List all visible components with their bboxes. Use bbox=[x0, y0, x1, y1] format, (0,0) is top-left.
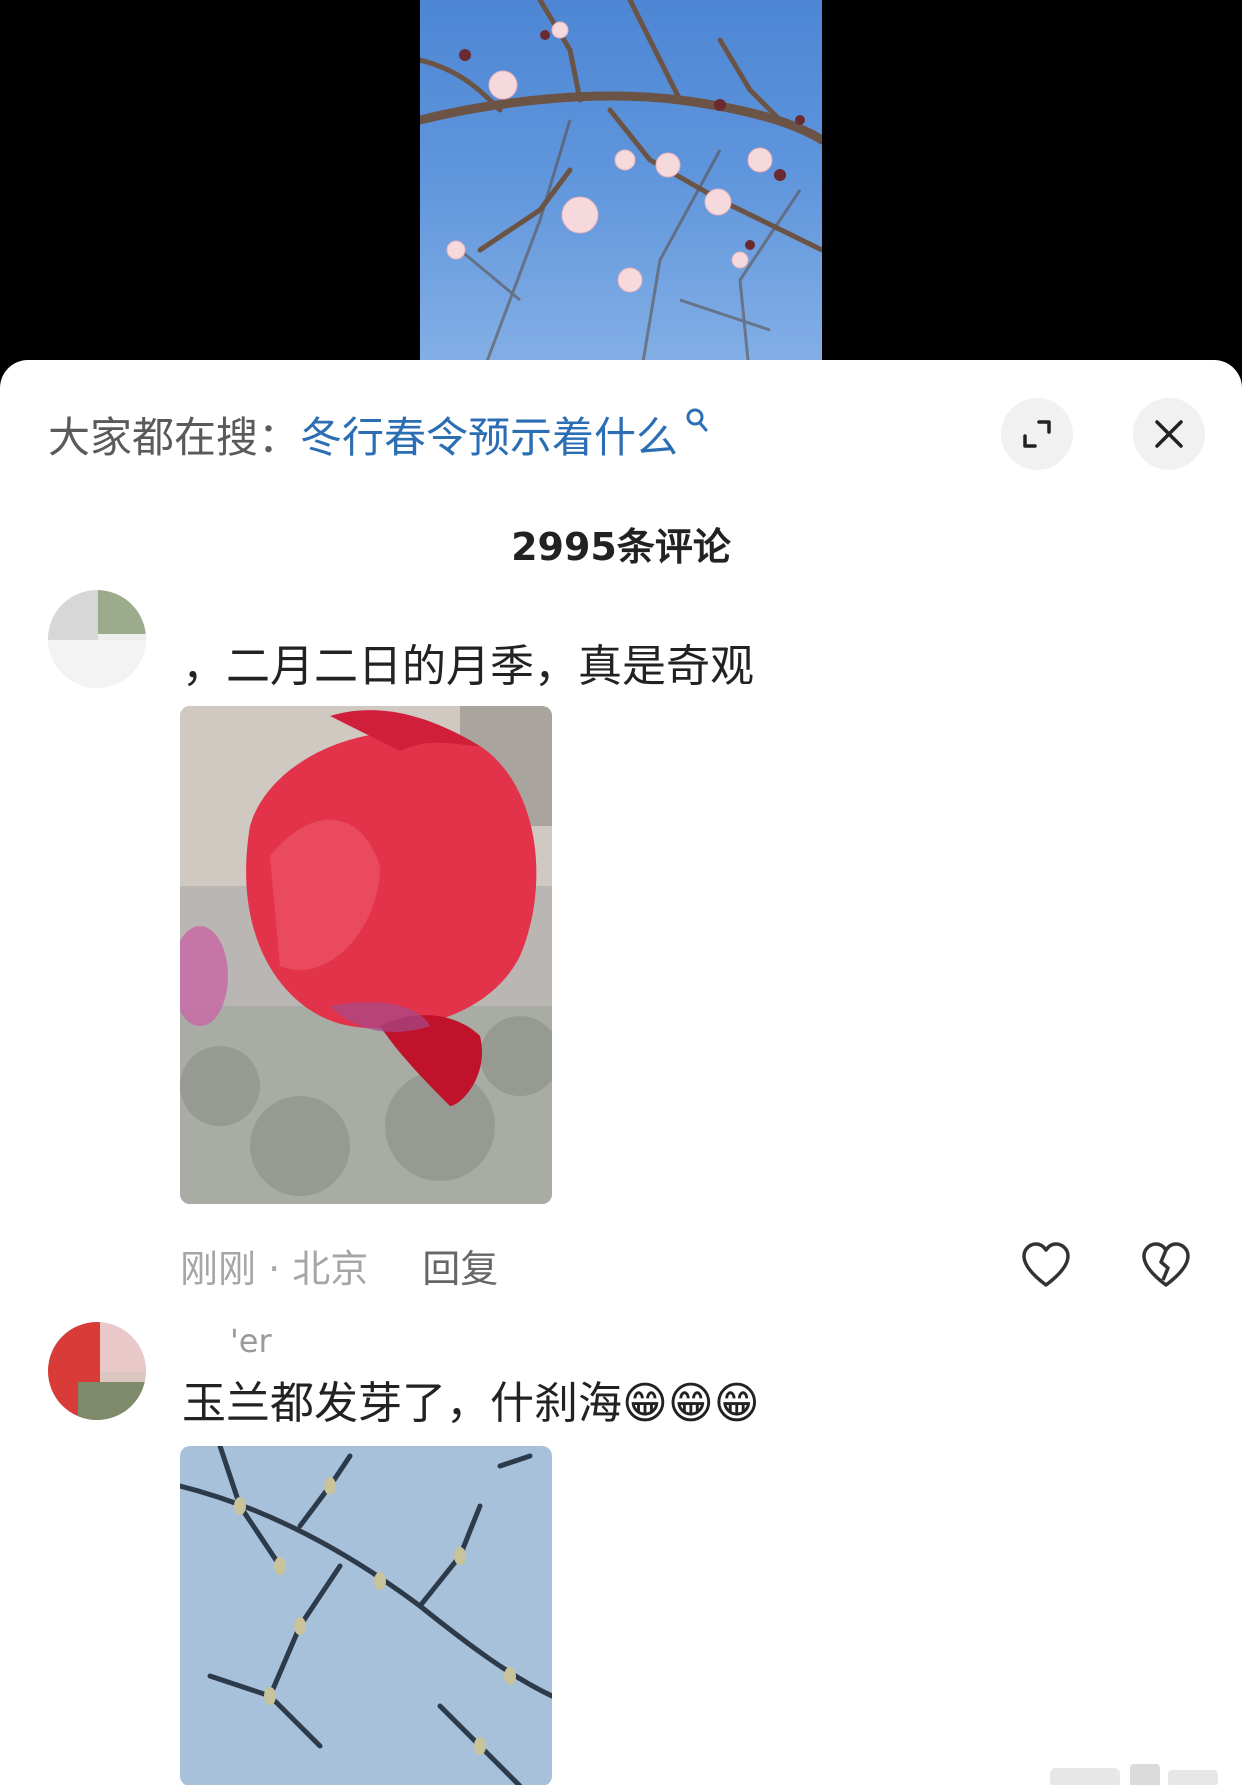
plum-blossom-image bbox=[420, 0, 822, 380]
comment-meta: 刚刚 · 北京 回复 bbox=[180, 1238, 498, 1293]
heart-icon[interactable] bbox=[1020, 1240, 1072, 1292]
trending-search-label: 大家都在搜： bbox=[48, 412, 301, 462]
broken-heart-icon[interactable] bbox=[1140, 1240, 1192, 1292]
video-player-area[interactable] bbox=[0, 0, 1242, 380]
search-icon[interactable] bbox=[684, 406, 710, 441]
reply-button[interactable]: 回复 bbox=[422, 1238, 498, 1293]
expand-icon bbox=[1023, 420, 1051, 448]
close-button[interactable] bbox=[1133, 398, 1205, 470]
watermark-logo bbox=[1050, 1758, 1220, 1785]
video-frame-blossom bbox=[420, 0, 822, 380]
comment-username[interactable]: 'er bbox=[230, 1322, 272, 1360]
close-icon bbox=[1155, 420, 1183, 448]
comment-image-magnolia[interactable] bbox=[180, 1446, 552, 1785]
trending-search-query[interactable]: 冬行春令预示着什么 bbox=[300, 404, 678, 465]
avatar[interactable] bbox=[48, 590, 146, 688]
expand-button[interactable] bbox=[1001, 398, 1073, 470]
comment-image-rose[interactable] bbox=[180, 706, 552, 1204]
comment-count-title: 2995条评论 bbox=[511, 525, 731, 569]
trending-search-bar[interactable]: 大家都在搜： 冬行春令预示着什么 bbox=[48, 404, 710, 464]
comments-sheet: 大家都在搜： 冬行春令预示着什么 2995条评论 ，二月二日的月季，真是奇观 刚… bbox=[0, 360, 1242, 1785]
avatar[interactable] bbox=[48, 1322, 146, 1420]
comment-text: 玉兰都发芽了，什刹海😁😁😁 bbox=[182, 1378, 760, 1429]
comment-text: ，二月二日的月季，真是奇观 bbox=[182, 641, 754, 692]
comment-time-location: 刚刚 · 北京 bbox=[180, 1247, 369, 1291]
